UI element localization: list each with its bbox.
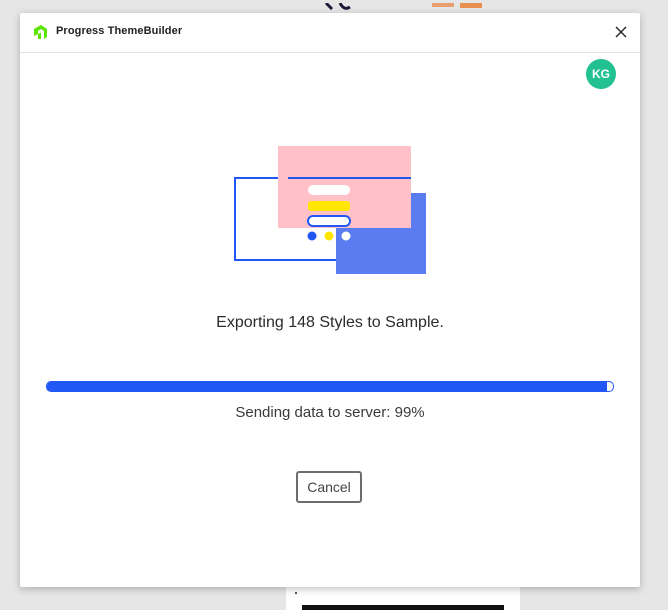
background-window-fragment-bottom	[286, 586, 520, 610]
close-icon[interactable]	[612, 23, 630, 41]
export-dialog: Progress ThemeBuilder KG Exporting 148 S…	[20, 13, 640, 587]
cancel-button[interactable]: Cancel	[296, 471, 362, 503]
app-title: Progress ThemeBuilder	[56, 25, 183, 37]
export-status-text: Sending data to server: 99%	[235, 404, 425, 421]
export-progress-bar	[46, 381, 614, 392]
export-progress-fill	[47, 382, 608, 391]
export-illustration	[234, 146, 426, 274]
progress-logo-icon	[34, 25, 47, 39]
export-title: Exporting 148 Styles to Sample.	[216, 314, 444, 331]
background-window-fragment	[320, 0, 490, 10]
user-avatar[interactable]: KG	[586, 59, 616, 89]
dialog-titlebar: Progress ThemeBuilder	[20, 13, 640, 53]
